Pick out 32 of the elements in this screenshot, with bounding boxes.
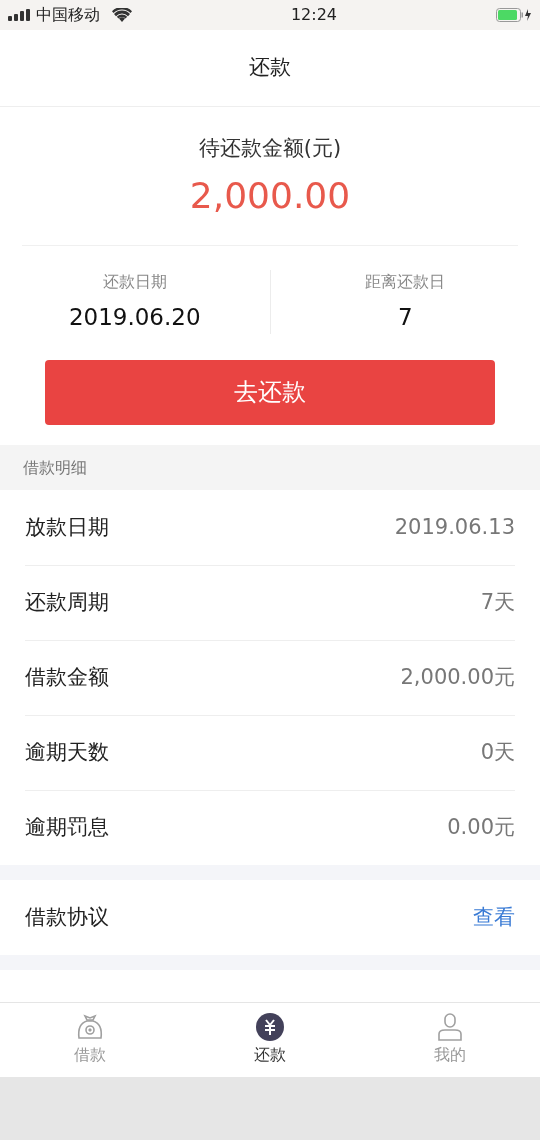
detail-label: 逾期罚息 — [25, 814, 109, 842]
detail-value: 0.00元 — [447, 814, 515, 842]
view-link[interactable]: 查看 — [473, 901, 515, 934]
stat-label: 距离还款日 — [365, 271, 446, 291]
stat-label: 还款日期 — [102, 271, 167, 291]
page-title: 还款 — [249, 54, 291, 82]
amount-value: 2,000.00 — [189, 174, 351, 216]
detail-label: 逾期天数 — [25, 739, 109, 767]
tab-item[interactable]: 借款 — [0, 1003, 180, 1077]
status-time: 12:24 — [290, 5, 338, 24]
signal-icon — [8, 9, 32, 21]
amount-label: 待还款金额(元) — [198, 136, 342, 160]
money-bag-icon — [76, 1013, 104, 1041]
yen-icon — [256, 1013, 284, 1041]
wifi-icon — [112, 8, 132, 22]
detail-value: 2019.06.13 — [394, 513, 515, 541]
detail-value: 2,000.00元 — [400, 664, 515, 692]
agreement-label: 借款协议 — [25, 903, 109, 931]
person-icon — [436, 1013, 464, 1041]
detail-label: 放款日期 — [25, 513, 109, 541]
repay-button[interactable]: 去还款 — [45, 359, 495, 425]
battery-icon — [496, 8, 532, 22]
stat-value: 2019.06.20 — [68, 303, 201, 330]
carrier-name: 中国移动 — [36, 4, 100, 26]
tab-item[interactable]: 还款 — [180, 1003, 360, 1077]
detail-value: 0天 — [480, 739, 515, 767]
detail-label: 还款周期 — [25, 589, 109, 617]
tab-item[interactable]: 我的 — [360, 1003, 540, 1077]
stat-value: 7 — [397, 303, 413, 330]
section-header: 借款明细 — [23, 456, 87, 479]
detail-label: 借款金额 — [25, 664, 109, 692]
detail-value: 7天 — [480, 589, 515, 617]
